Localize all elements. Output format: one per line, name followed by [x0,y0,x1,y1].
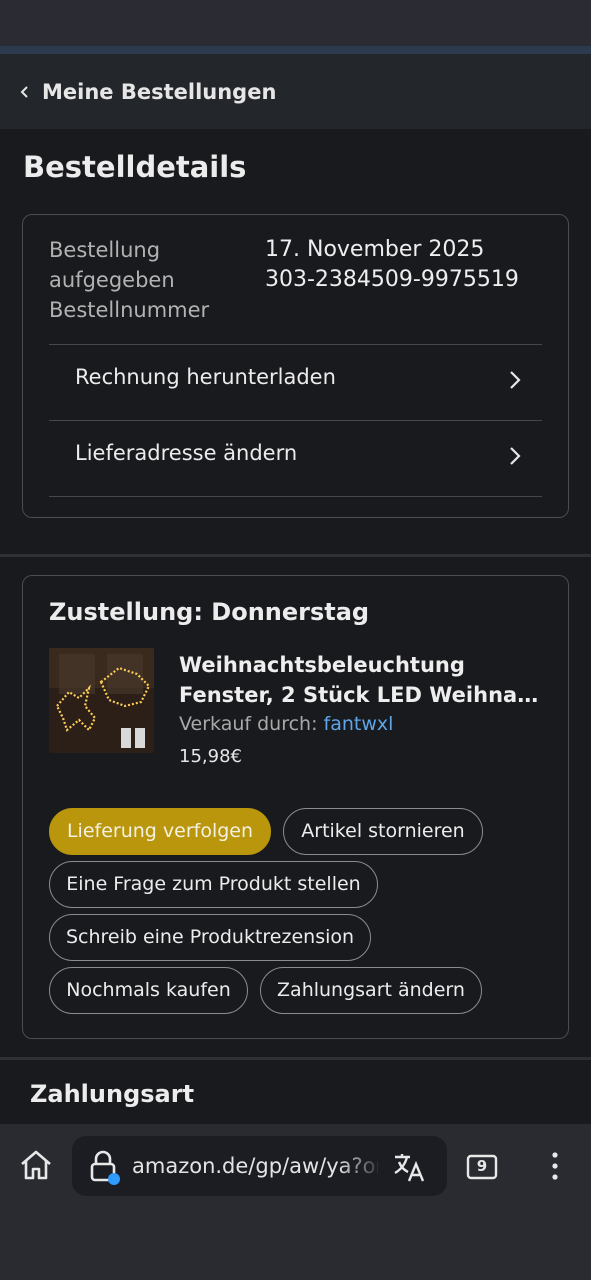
tabs-icon[interactable]: 9 [466,1154,498,1180]
page-title: Bestelldetails [23,150,247,184]
product-price: 15,98€ [179,746,242,767]
sold-by-label: Verkauf durch: [179,713,318,735]
tab-count: 9 [476,1157,488,1175]
order-summary-card: Bestellung aufgegeben Bestellnummer 17. … [22,214,569,518]
section-separator [0,554,591,557]
order-placed-date: 17. November 2025 [265,237,485,262]
url-fade [338,1146,384,1186]
download-invoice-link[interactable]: Rechnung herunterladen [49,345,542,419]
translate-icon[interactable] [392,1150,426,1184]
payment-section-title: Zahlungsart [30,1080,195,1108]
delivery-title: Zustellung: Donnerstag [49,598,370,626]
status-bar-accent [0,46,591,54]
product-thumbnail[interactable] [49,648,154,753]
delivery-card: Zustellung: Donnerstag Weihnachtsbeleuch… [22,575,569,1039]
home-icon[interactable] [18,1148,54,1182]
seller-link[interactable]: fantwxl [324,713,394,735]
product-title-line1: Weihnachtsbeleuchtung [179,653,465,677]
browser-toolbar: amazon.de/gp/aw/ya?or 9 [0,1124,591,1280]
ask-product-question-button[interactable]: Eine Frage zum Produkt stellen [49,861,378,908]
write-review-button[interactable]: Schreib eine Produktrezension [49,914,371,961]
change-payment-button[interactable]: Zahlungsart ändern [260,967,482,1014]
product-title[interactable]: Weihnachtsbeleuchtung Fenster, 2 Stück L… [179,650,549,710]
order-number-label: Bestellnummer [49,298,210,322]
divider [49,496,542,497]
more-options-icon[interactable] [549,1151,561,1181]
back-navigation[interactable]: Meine Bestellungen [0,54,591,129]
buy-again-button[interactable]: Nochmals kaufen [49,967,248,1014]
track-delivery-button[interactable]: Lieferung verfolgen [49,808,271,855]
product-title-line2: Fenster, 2 Stück LED Weihnac… [179,683,549,707]
address-bar[interactable]: amazon.de/gp/aw/ya?or [72,1136,447,1196]
cancel-item-button[interactable]: Artikel stornieren [283,808,483,855]
change-address-label: Lieferadresse ändern [75,441,298,465]
section-separator [0,1057,591,1060]
system-status-bar [0,0,591,46]
chevron-left-icon [20,86,28,98]
order-number-value: 303-2384509-9975519 [265,267,519,292]
change-address-link[interactable]: Lieferadresse ändern [49,421,542,495]
back-link-label[interactable]: Meine Bestellungen [42,80,276,104]
download-invoice-label: Rechnung herunterladen [75,365,336,389]
order-placed-label-line2: aufgegeben [49,268,175,292]
chevron-right-icon [510,447,521,465]
order-placed-label-line1: Bestellung [49,238,161,262]
lock-icon[interactable] [88,1149,122,1185]
sold-by-line: Verkauf durch: fantwxl [179,713,393,735]
product-image [49,648,154,753]
chevron-right-icon [510,371,521,389]
